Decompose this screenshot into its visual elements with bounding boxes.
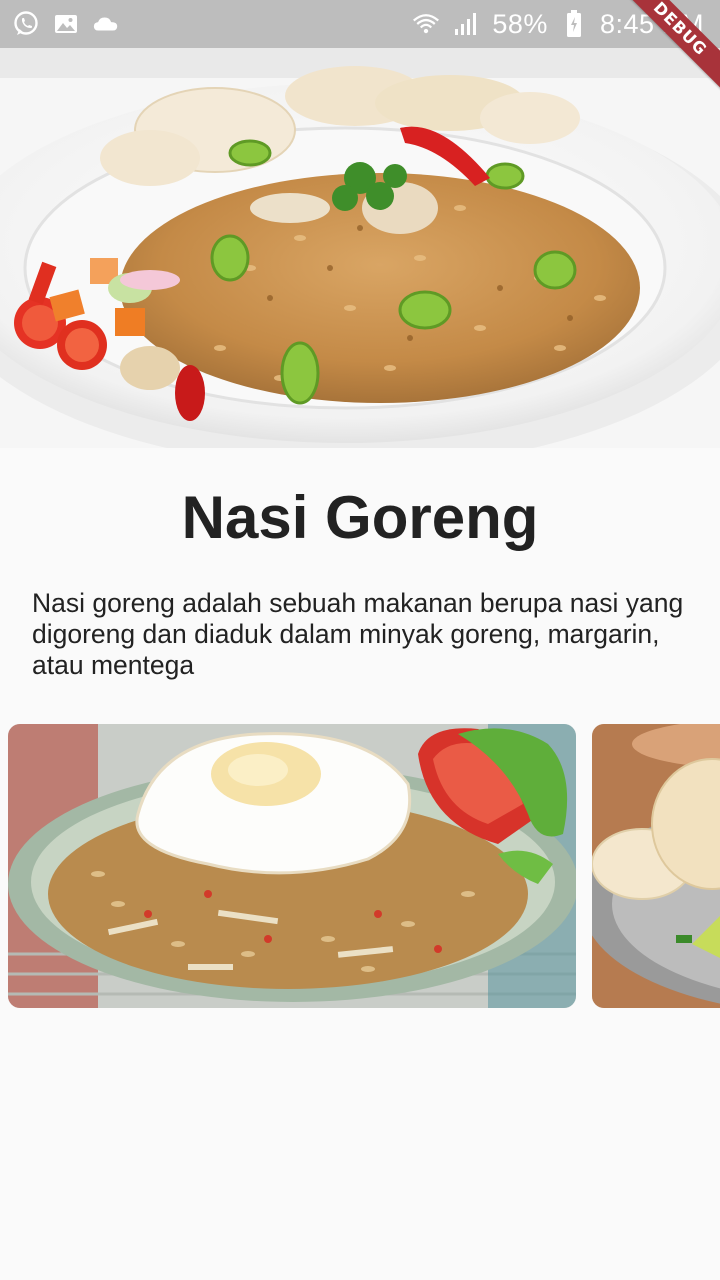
- nasi-goreng-crackers-illustration: [592, 724, 720, 1008]
- nasi-goreng-fried-egg-illustration: [8, 724, 576, 1008]
- battery-percent: 58%: [492, 8, 548, 39]
- status-bar: 58% 8:45 PM: [0, 0, 720, 48]
- gallery-image-crackers[interactable]: [592, 724, 720, 1008]
- food-description: Nasi goreng adalah sebuah makanan berupa…: [32, 588, 684, 680]
- status-bar-notifications: [12, 10, 120, 38]
- signal-icon: [452, 10, 480, 38]
- image-gallery[interactable]: [0, 724, 720, 1008]
- nasi-goreng-hero-illustration: [0, 48, 720, 448]
- image-icon: [52, 10, 80, 38]
- gallery-image-fried-egg[interactable]: [8, 724, 576, 1008]
- cloud-icon: [92, 10, 120, 38]
- wifi-icon: [412, 10, 440, 38]
- battery-icon: [560, 10, 588, 38]
- hero-image: [0, 48, 720, 448]
- gallery-track: [8, 724, 720, 1008]
- app-screen: 58% 8:45 PM DEBUG Nasi Goreng Nasi goren…: [0, 0, 720, 1280]
- page-title: Nasi Goreng: [181, 484, 539, 551]
- whatsapp-icon: [12, 10, 40, 38]
